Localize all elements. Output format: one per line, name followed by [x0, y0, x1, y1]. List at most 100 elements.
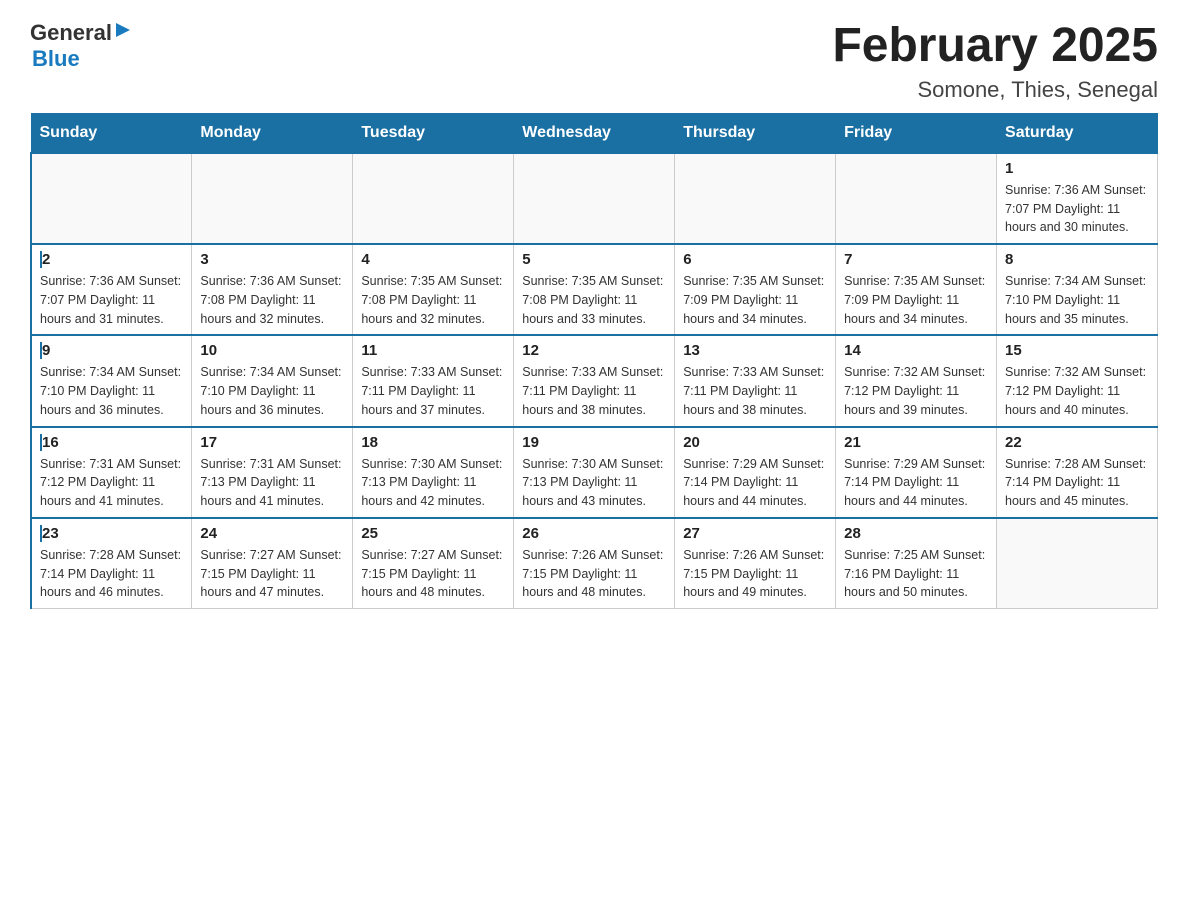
day-number: 17 [200, 434, 344, 451]
calendar-week-2: 2 Sunrise: 7:36 AM Sunset: 7:07 PM Daylig… [31, 244, 1158, 335]
day-info: Sunrise: 7:27 AM Sunset: 7:15 PM Dayligh… [200, 546, 344, 602]
calendar-cell: 4 Sunrise: 7:35 AM Sunset: 7:08 PM Daylig… [353, 244, 514, 335]
day-info: Sunrise: 7:27 AM Sunset: 7:15 PM Dayligh… [361, 546, 505, 602]
calendar-cell: 19 Sunrise: 7:30 AM Sunset: 7:13 PM Dayli… [514, 427, 675, 518]
calendar-cell [836, 153, 997, 244]
day-number: 2 [40, 251, 183, 268]
calendar-cell: 11Sunrise: 7:33 AM Sunset: 7:11 PM Dayli… [353, 335, 514, 426]
day-number: 4 [361, 251, 505, 268]
day-info: Sunrise: 7:35 AM Sunset: 7:09 PM Dayligh… [683, 272, 827, 328]
calendar-cell: 9 Sunrise: 7:34 AM Sunset: 7:10 PM Daylig… [31, 335, 192, 426]
calendar-cell: 5Sunrise: 7:35 AM Sunset: 7:08 PM Daylig… [514, 244, 675, 335]
day-info: Sunrise: 7:35 AM Sunset: 7:08 PM Dayligh… [361, 272, 505, 328]
day-info: Sunrise: 7:36 AM Sunset: 7:07 PM Dayligh… [1005, 181, 1149, 237]
day-number: 23 [40, 525, 183, 542]
day-info: Sunrise: 7:26 AM Sunset: 7:15 PM Dayligh… [683, 546, 827, 602]
calendar-cell [675, 153, 836, 244]
weekday-header-wednesday: Wednesday [514, 113, 675, 153]
day-number: 6 [683, 251, 827, 268]
weekday-header-sunday: Sunday [31, 113, 192, 153]
weekday-header-friday: Friday [836, 113, 997, 153]
calendar-cell: 2 Sunrise: 7:36 AM Sunset: 7:07 PM Daylig… [31, 244, 192, 335]
title-section: February 2025 Somone, Thies, Senegal [832, 20, 1158, 103]
day-number: 21 [844, 434, 988, 451]
calendar-cell: 24 Sunrise: 7:27 AM Sunset: 7:15 PM Dayli… [192, 518, 353, 609]
calendar-cell: 23 Sunrise: 7:28 AM Sunset: 7:14 PM Dayli… [31, 518, 192, 609]
calendar-week-5: 23 Sunrise: 7:28 AM Sunset: 7:14 PM Dayli… [31, 518, 1158, 609]
day-number: 20 [683, 434, 827, 451]
logo-arrow-icon [114, 21, 132, 44]
calendar-cell [31, 153, 192, 244]
calendar-cell: 20 Sunrise: 7:29 AM Sunset: 7:14 PM Dayli… [675, 427, 836, 518]
day-info: Sunrise: 7:30 AM Sunset: 7:13 PM Dayligh… [361, 455, 505, 511]
day-info: Sunrise: 7:30 AM Sunset: 7:13 PM Dayligh… [522, 455, 666, 511]
day-number: 3 [200, 251, 344, 268]
page-header: General Blue February 2025 Somone, Thies… [30, 20, 1158, 103]
day-info: Sunrise: 7:35 AM Sunset: 7:09 PM Dayligh… [844, 272, 988, 328]
day-number: 8 [1005, 251, 1149, 268]
calendar-header: SundayMondayTuesdayWednesdayThursdayFrid… [31, 113, 1158, 153]
calendar-cell: 21Sunrise: 7:29 AM Sunset: 7:14 PM Dayli… [836, 427, 997, 518]
weekday-header-tuesday: Tuesday [353, 113, 514, 153]
day-info: Sunrise: 7:34 AM Sunset: 7:10 PM Dayligh… [40, 363, 183, 419]
calendar-week-4: 16 Sunrise: 7:31 AM Sunset: 7:12 PM Dayli… [31, 427, 1158, 518]
calendar-cell: 8 Sunrise: 7:34 AM Sunset: 7:10 PM Daylig… [997, 244, 1158, 335]
weekday-header-thursday: Thursday [675, 113, 836, 153]
day-info: Sunrise: 7:32 AM Sunset: 7:12 PM Dayligh… [844, 363, 988, 419]
day-info: Sunrise: 7:36 AM Sunset: 7:07 PM Dayligh… [40, 272, 183, 328]
calendar-cell: 1 Sunrise: 7:36 AM Sunset: 7:07 PM Daylig… [997, 153, 1158, 244]
day-number: 15 [1005, 342, 1149, 359]
calendar-cell: 3 Sunrise: 7:36 AM Sunset: 7:08 PM Daylig… [192, 244, 353, 335]
day-info: Sunrise: 7:28 AM Sunset: 7:14 PM Dayligh… [1005, 455, 1149, 511]
calendar-week-3: 9 Sunrise: 7:34 AM Sunset: 7:10 PM Daylig… [31, 335, 1158, 426]
day-info: Sunrise: 7:29 AM Sunset: 7:14 PM Dayligh… [683, 455, 827, 511]
calendar-cell [514, 153, 675, 244]
calendar-cell: 13Sunrise: 7:33 AM Sunset: 7:11 PM Dayli… [675, 335, 836, 426]
day-number: 10 [200, 342, 344, 359]
calendar-cell: 16 Sunrise: 7:31 AM Sunset: 7:12 PM Dayli… [31, 427, 192, 518]
day-number: 19 [522, 434, 666, 451]
day-info: Sunrise: 7:33 AM Sunset: 7:11 PM Dayligh… [522, 363, 666, 419]
weekday-header-monday: Monday [192, 113, 353, 153]
calendar-body: 1 Sunrise: 7:36 AM Sunset: 7:07 PM Daylig… [31, 153, 1158, 609]
day-info: Sunrise: 7:33 AM Sunset: 7:11 PM Dayligh… [361, 363, 505, 419]
calendar-cell: 22 Sunrise: 7:28 AM Sunset: 7:14 PM Dayli… [997, 427, 1158, 518]
weekday-header-saturday: Saturday [997, 113, 1158, 153]
day-number: 24 [200, 525, 344, 542]
calendar-cell: 18 Sunrise: 7:30 AM Sunset: 7:13 PM Dayli… [353, 427, 514, 518]
day-info: Sunrise: 7:34 AM Sunset: 7:10 PM Dayligh… [200, 363, 344, 419]
day-info: Sunrise: 7:26 AM Sunset: 7:15 PM Dayligh… [522, 546, 666, 602]
day-number: 1 [1005, 160, 1149, 177]
calendar-cell: 14 Sunrise: 7:32 AM Sunset: 7:12 PM Dayli… [836, 335, 997, 426]
day-number: 14 [844, 342, 988, 359]
day-number: 27 [683, 525, 827, 542]
day-info: Sunrise: 7:28 AM Sunset: 7:14 PM Dayligh… [40, 546, 183, 602]
calendar-cell: 10 Sunrise: 7:34 AM Sunset: 7:10 PM Dayli… [192, 335, 353, 426]
day-number: 28 [844, 525, 988, 542]
day-info: Sunrise: 7:34 AM Sunset: 7:10 PM Dayligh… [1005, 272, 1149, 328]
calendar-table: SundayMondayTuesdayWednesdayThursdayFrid… [30, 113, 1158, 609]
calendar-cell: 6 Sunrise: 7:35 AM Sunset: 7:09 PM Daylig… [675, 244, 836, 335]
calendar-cell [353, 153, 514, 244]
calendar-cell: 17 Sunrise: 7:31 AM Sunset: 7:13 PM Dayli… [192, 427, 353, 518]
day-number: 9 [40, 342, 183, 359]
day-number: 25 [361, 525, 505, 542]
calendar-cell [192, 153, 353, 244]
logo: General Blue [30, 20, 132, 72]
day-info: Sunrise: 7:31 AM Sunset: 7:13 PM Dayligh… [200, 455, 344, 511]
calendar-cell: 26Sunrise: 7:26 AM Sunset: 7:15 PM Dayli… [514, 518, 675, 609]
day-number: 13 [683, 342, 827, 359]
day-number: 16 [40, 434, 183, 451]
logo-general-text: General [30, 20, 112, 46]
calendar-cell: 15Sunrise: 7:32 AM Sunset: 7:12 PM Dayli… [997, 335, 1158, 426]
calendar-subtitle: Somone, Thies, Senegal [832, 77, 1158, 103]
day-number: 18 [361, 434, 505, 451]
calendar-cell: 12Sunrise: 7:33 AM Sunset: 7:11 PM Dayli… [514, 335, 675, 426]
day-info: Sunrise: 7:36 AM Sunset: 7:08 PM Dayligh… [200, 272, 344, 328]
calendar-title: February 2025 [832, 20, 1158, 73]
day-number: 22 [1005, 434, 1149, 451]
calendar-cell [997, 518, 1158, 609]
day-info: Sunrise: 7:31 AM Sunset: 7:12 PM Dayligh… [40, 455, 183, 511]
day-info: Sunrise: 7:25 AM Sunset: 7:16 PM Dayligh… [844, 546, 988, 602]
day-number: 7 [844, 251, 988, 268]
